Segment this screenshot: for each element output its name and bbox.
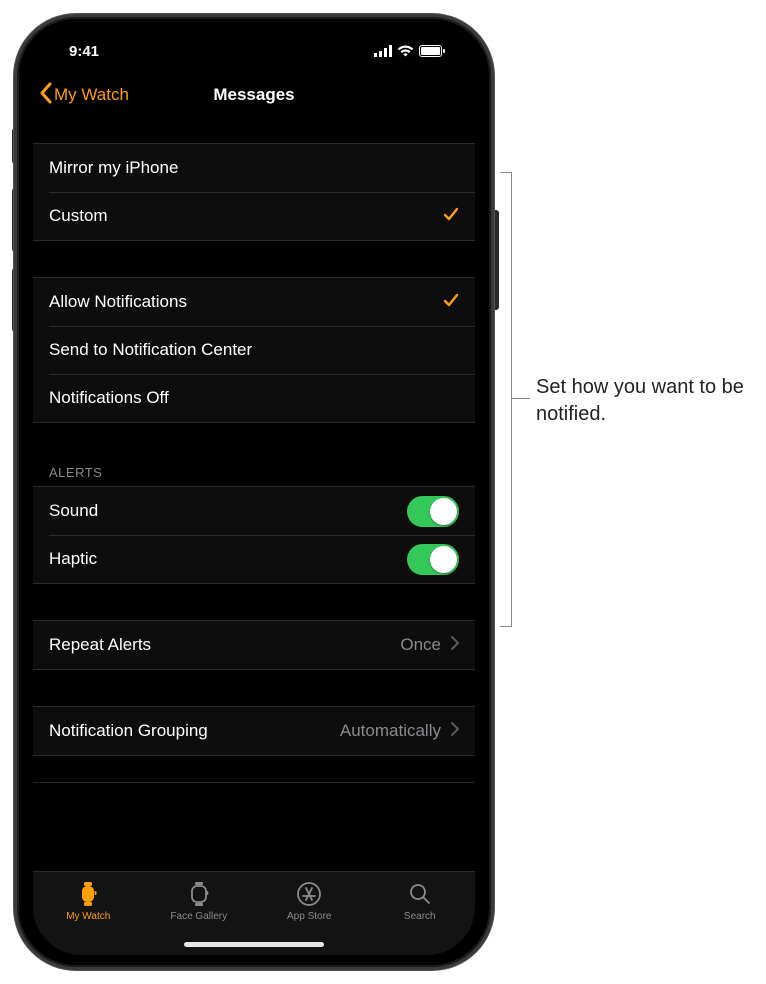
notch — [149, 29, 359, 59]
row-label: Mirror my iPhone — [49, 158, 178, 178]
row-allow-notifications[interactable]: Allow Notifications — [33, 278, 475, 326]
nav-bar: My Watch Messages — [33, 73, 475, 117]
watch-icon — [75, 881, 101, 907]
app-store-icon — [296, 881, 322, 907]
row-mirror-iphone[interactable]: Mirror my iPhone — [33, 144, 475, 192]
row-value: Automatically — [340, 721, 441, 741]
checkmark-icon — [443, 292, 459, 313]
chevron-right-icon — [451, 635, 459, 655]
row-send-notification-center[interactable]: Send to Notification Center — [33, 326, 475, 374]
row-sound: Sound — [33, 487, 475, 535]
tab-search[interactable]: Search — [365, 872, 476, 931]
section-header-alerts: ALERTS — [33, 459, 475, 486]
row-label: Send to Notification Center — [49, 340, 252, 360]
row-haptic: Haptic — [33, 535, 475, 583]
toggle-haptic[interactable] — [407, 544, 459, 575]
search-icon — [407, 881, 433, 907]
phone-frame: 9:41 My Watch Messages — [14, 14, 494, 970]
toggle-sound[interactable] — [407, 496, 459, 527]
callout-text: Set how you want to be notified. — [536, 374, 750, 428]
tab-label: Search — [404, 911, 436, 922]
status-time: 9:41 — [69, 43, 99, 60]
tab-label: App Store — [287, 911, 331, 922]
row-repeat-alerts[interactable]: Repeat Alerts Once — [33, 621, 475, 669]
row-label: Sound — [49, 501, 98, 521]
tab-app-store[interactable]: App Store — [254, 872, 365, 931]
home-indicator[interactable] — [184, 942, 324, 947]
tab-my-watch[interactable]: My Watch — [33, 872, 144, 931]
row-label: Allow Notifications — [49, 292, 187, 312]
row-label: Custom — [49, 206, 108, 226]
settings-content[interactable]: Mirror my iPhone Custom Allow Notificati… — [33, 117, 475, 871]
tab-label: Face Gallery — [170, 911, 227, 922]
row-label: Haptic — [49, 549, 97, 569]
power-button — [494, 210, 499, 310]
row-label: Repeat Alerts — [49, 635, 151, 655]
checkmark-icon — [443, 206, 459, 227]
row-notifications-off[interactable]: Notifications Off — [33, 374, 475, 422]
watch-face-icon — [186, 881, 212, 907]
row-custom[interactable]: Custom — [33, 192, 475, 240]
row-label: Notification Grouping — [49, 721, 208, 741]
battery-icon — [419, 44, 445, 61]
row-notification-grouping[interactable]: Notification Grouping Automatically — [33, 707, 475, 755]
callout-leader — [512, 398, 530, 399]
row-value: Once — [400, 635, 441, 655]
back-button[interactable]: My Watch — [39, 82, 129, 109]
cellular-icon — [374, 44, 392, 61]
chevron-left-icon — [39, 82, 52, 109]
wifi-icon — [397, 44, 414, 61]
row-label: Notifications Off — [49, 388, 169, 408]
tab-label: My Watch — [66, 911, 110, 922]
chevron-right-icon — [451, 721, 459, 741]
tab-face-gallery[interactable]: Face Gallery — [144, 872, 255, 931]
callout-bracket — [500, 172, 512, 627]
back-label: My Watch — [54, 85, 129, 105]
